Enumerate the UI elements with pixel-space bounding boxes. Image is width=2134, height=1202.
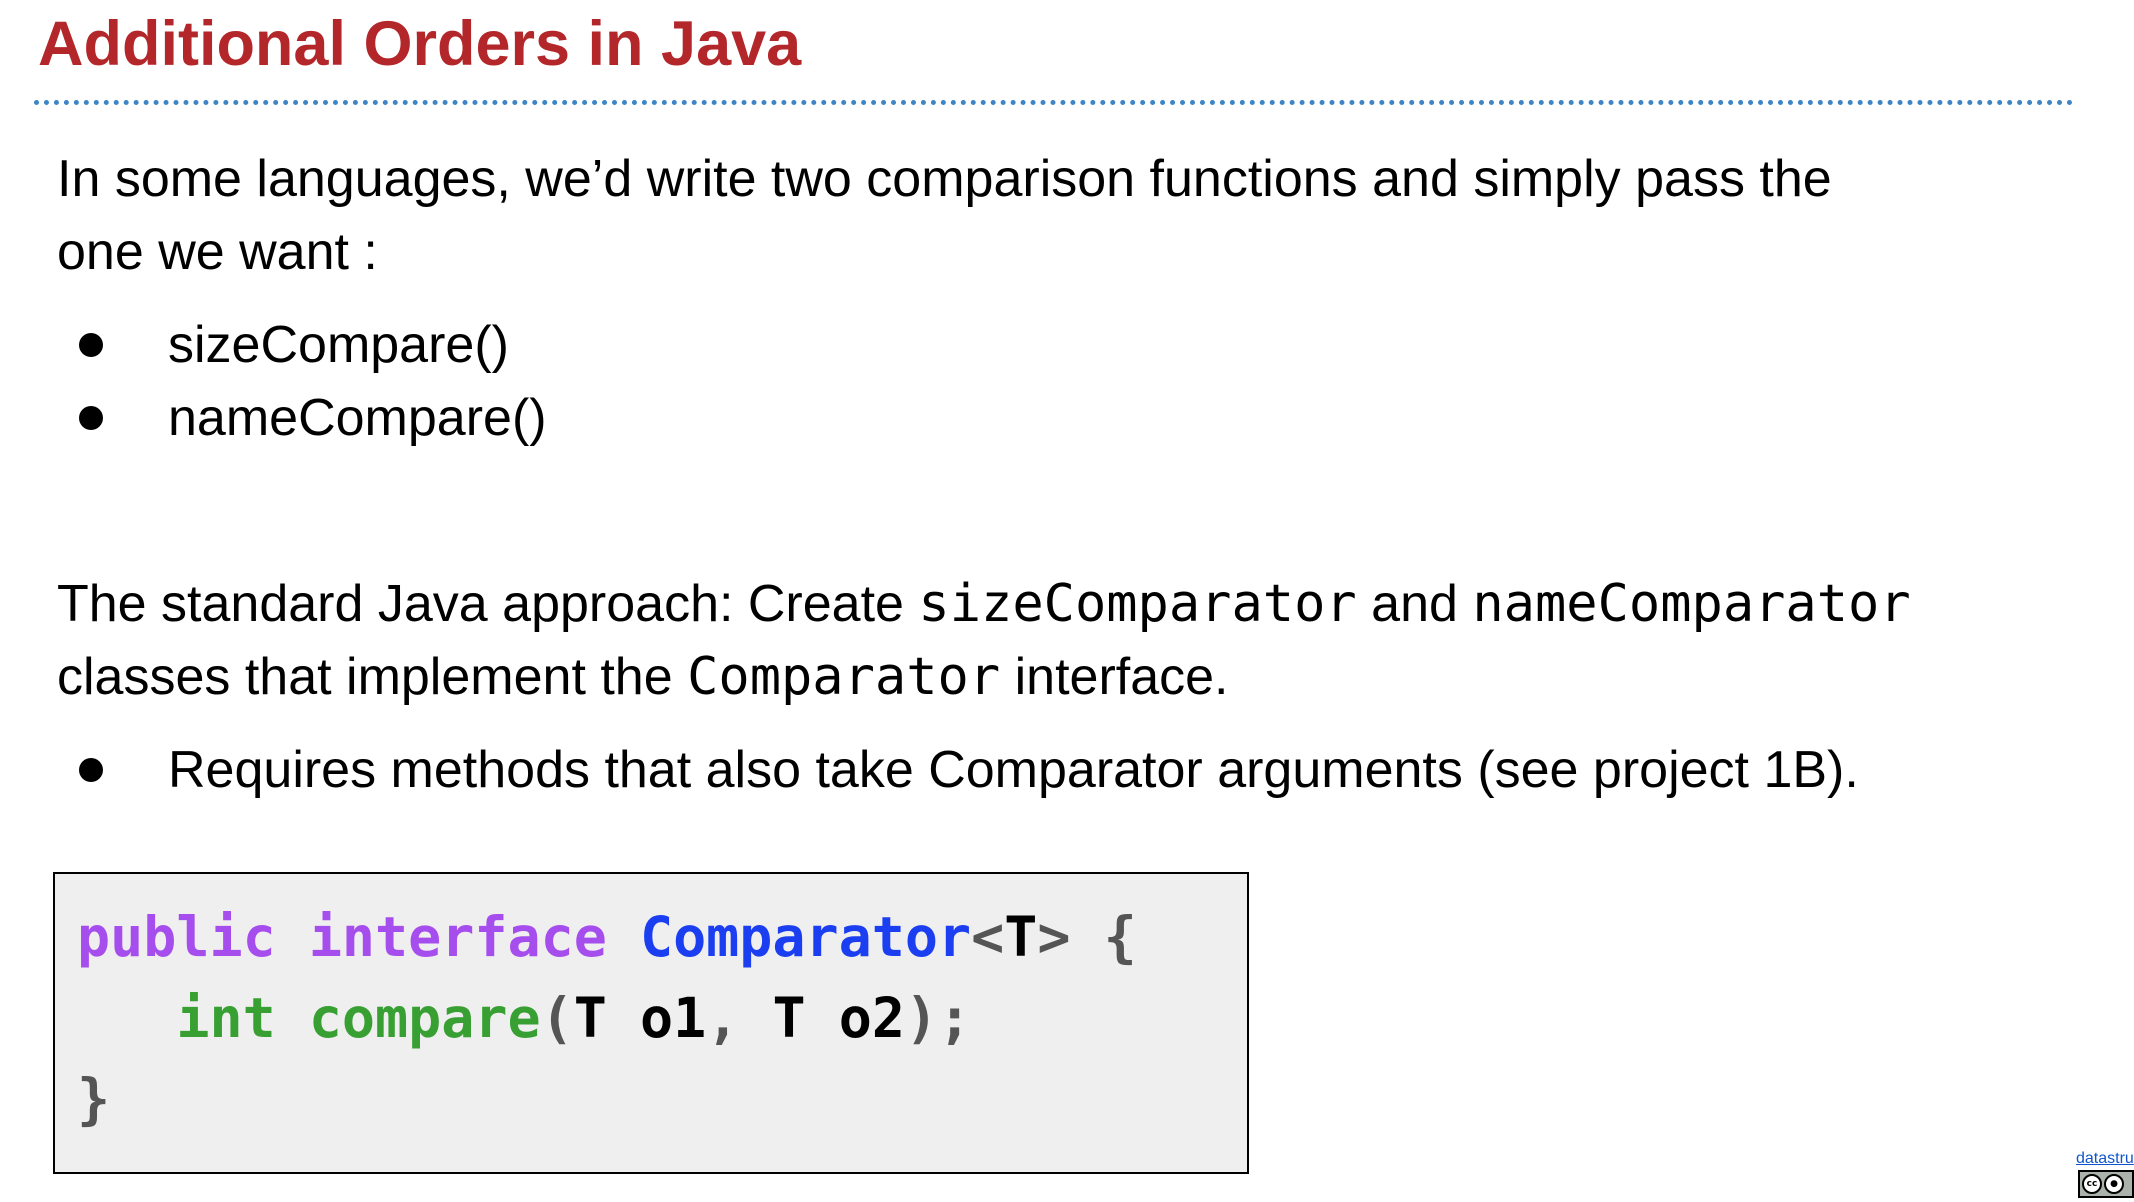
type-name: Comparator: [639, 905, 972, 969]
comparator-code: Comparator: [687, 647, 1001, 707]
param-name-2: o2: [838, 986, 905, 1050]
intro-line-2: one we want :: [57, 223, 378, 281]
close-brace: }: [77, 1067, 111, 1131]
comma: ,: [706, 986, 740, 1050]
approach-line-2: classes that implement the Comparator in…: [57, 641, 1911, 714]
code-line-3: }: [77, 1059, 110, 1139]
approach-text: classes that implement the: [57, 648, 688, 706]
by-icon: ●: [2104, 1174, 2124, 1194]
intro-line-1: In some languages, we’d write two compar…: [57, 150, 1832, 208]
keyword-interface: interface: [308, 905, 607, 969]
creative-commons-badge[interactable]: cc ●: [2078, 1170, 2134, 1198]
open-brace: {: [1103, 905, 1137, 969]
license-badge: datastru cc ●: [2076, 1150, 2134, 1202]
slide-title: Additional Orders in Java: [38, 9, 802, 79]
bullet-text: Requires methods that also take Comparat…: [168, 741, 1859, 799]
bullet-dot-icon: [79, 758, 103, 782]
code-block: public interface Comparator<T> { int com…: [53, 872, 1249, 1174]
semicolon: ;: [938, 986, 972, 1050]
method-name: compare: [308, 986, 541, 1050]
size-comparator-code: sizeComparator: [918, 574, 1357, 634]
bullet-text: sizeCompare(): [168, 316, 509, 374]
keyword-int: int: [176, 986, 276, 1050]
param-name-1: o1: [639, 986, 707, 1050]
type-param: T: [1004, 905, 1038, 969]
code-line-1: public interface Comparator<T> {: [77, 897, 1137, 977]
approach-text: interface.: [1000, 648, 1229, 706]
name-comparator-code: nameComparator: [1472, 574, 1911, 634]
java-approach-paragraph: The standard Java approach: Create sizeC…: [57, 568, 1911, 714]
intro-paragraph: In some languages, we’d write two compar…: [57, 143, 1832, 289]
generic-open: <: [971, 905, 1005, 969]
code-line-2: int compare(T o1, T o2);: [77, 978, 971, 1058]
approach-text: and: [1356, 575, 1473, 633]
cc-icon: cc: [2082, 1174, 2102, 1194]
param-type-2: T: [772, 986, 806, 1050]
approach-text: The standard Java approach: Create: [57, 575, 919, 633]
bullet-text: nameCompare(): [168, 389, 547, 447]
bullet-dot-icon: [79, 333, 103, 357]
title-divider: [34, 100, 2074, 105]
course-website-link[interactable]: datastru: [2076, 1150, 2134, 1168]
paren-close: ): [904, 986, 939, 1050]
param-type-1: T: [573, 986, 607, 1050]
bullet-dot-icon: [79, 406, 103, 430]
keyword-public: public: [77, 905, 276, 969]
approach-line-1: The standard Java approach: Create sizeC…: [57, 568, 1911, 641]
generic-close: >: [1037, 905, 1071, 969]
paren-open: (: [540, 986, 574, 1050]
